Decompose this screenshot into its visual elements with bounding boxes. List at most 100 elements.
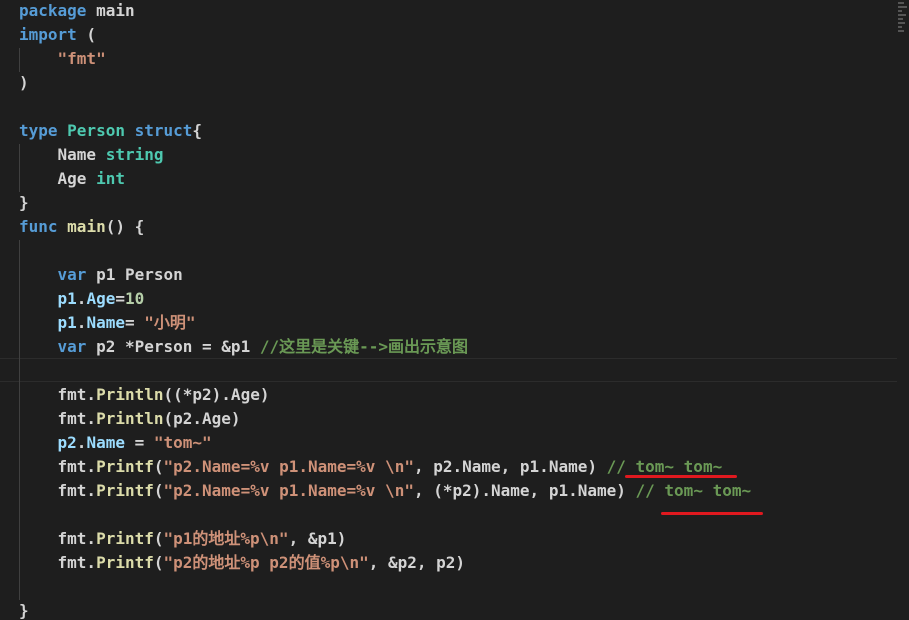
code-line[interactable]: fmt.Printf("p2.Name=%v p1.Name=%v \n", p… [19, 455, 723, 479]
code-token-function: Printf [96, 481, 154, 500]
code-token-plain: ( [153, 529, 164, 548]
code-token-function: Printf [96, 553, 154, 572]
code-token-function: Printf [96, 457, 154, 476]
code-line[interactable]: fmt.Printf("p1的地址%p\n", &p1) [19, 527, 347, 551]
code-token-variable: Name [86, 433, 125, 452]
code-token-plain: { [192, 121, 203, 140]
code-token-plain: p1 Person [86, 265, 183, 284]
code-token-keyword: var [57, 337, 87, 356]
code-token-plain: p2 *Person = &p1 [86, 337, 260, 356]
code-line[interactable]: import ( [19, 23, 96, 47]
code-token-plain: } [19, 601, 29, 620]
code-line[interactable]: } [19, 599, 29, 620]
code-token-plain: main [86, 1, 135, 20]
code-token-keyword: struct [134, 121, 193, 140]
code-token-plain: , &p1) [288, 529, 347, 548]
code-token-type: string [105, 145, 164, 164]
code-token-plain: , &p2, p2) [368, 553, 466, 572]
code-token-plain: ( [153, 481, 164, 500]
code-token-variable: Name [86, 313, 125, 332]
code-token-comment: //这里是关键-->画出示意图 [259, 337, 468, 356]
code-line[interactable]: fmt.Printf("p2.Name=%v p1.Name=%v \n", (… [19, 479, 752, 503]
code-token-keyword: var [57, 265, 87, 284]
code-token-plain: fmt. [19, 385, 97, 404]
code-token-plain: ( [153, 457, 164, 476]
code-token-plain: ( [76, 25, 97, 44]
code-token-plain: = [124, 433, 154, 452]
code-token-plain: Name [19, 145, 106, 164]
code-token-keyword: import [19, 25, 77, 44]
code-line[interactable]: type Person struct{ [19, 119, 202, 143]
red-underline-annotation-1 [625, 475, 737, 478]
code-token-keyword: type [19, 121, 58, 140]
code-token-plain: fmt. [19, 553, 97, 572]
code-token-function: Println [96, 409, 164, 428]
code-token-plain: fmt. [19, 409, 97, 428]
code-line[interactable]: p1.Age=10 [19, 287, 145, 311]
code-line[interactable]: var p1 Person [19, 263, 183, 287]
code-token-type: int [96, 169, 125, 188]
code-line[interactable]: Age int [19, 167, 125, 191]
code-token-number: 10 [124, 289, 145, 308]
current-line-highlight [0, 358, 897, 382]
code-token-plain: , (*p2).Name, p1.Name) [413, 481, 636, 500]
code-token-keyword: package [19, 1, 87, 20]
code-line[interactable]: package main [19, 0, 135, 23]
code-token-plain: ) [19, 73, 29, 92]
code-editor[interactable]: package main import ( "fmt") type Person s… [0, 0, 909, 620]
code-token-function: Printf [96, 529, 154, 548]
code-line[interactable]: var p2 *Person = &p1 //这里是关键-->画出示意图 [19, 335, 468, 359]
code-token-plain: . [76, 313, 87, 332]
code-line[interactable]: fmt.Printf("p2的地址%p p2的值%p\n", &p2, p2) [19, 551, 466, 575]
code-token-plain: () { [105, 217, 145, 236]
code-token-plain: (p2.Age) [163, 409, 241, 428]
red-underline-annotation-2 [661, 512, 763, 515]
code-line[interactable]: p1.Name= "小明" [19, 311, 196, 335]
code-token-plain: = [124, 313, 145, 332]
code-token-variable: Age [86, 289, 116, 308]
code-token-plain: . [76, 433, 87, 452]
code-token-plain: fmt. [19, 481, 97, 500]
code-token-string: "p2的地址%p p2的值%p\n" [163, 553, 369, 572]
code-token-plain: Age [19, 169, 97, 188]
code-token-string: "tom~" [153, 433, 212, 452]
code-token-comment: // tom~ tom~ [606, 457, 723, 476]
code-line[interactable]: Name string [19, 143, 164, 167]
code-token-string: "p2.Name=%v p1.Name=%v \n" [163, 481, 414, 500]
code-token-variable: p1 [57, 289, 77, 308]
code-token-plain: } [19, 193, 29, 212]
code-token-string: "fmt" [57, 49, 106, 68]
code-token-function: Println [96, 385, 164, 404]
code-token-variable: p1 [57, 313, 77, 332]
code-token-plain: = [115, 289, 125, 308]
minimap[interactable] [897, 0, 909, 48]
code-token-string: "p1的地址%p\n" [163, 529, 289, 548]
code-token-type: Person [67, 121, 125, 140]
code-token-variable: p2 [57, 433, 77, 452]
code-token-plain: . [76, 289, 87, 308]
code-line[interactable]: "fmt" [19, 47, 106, 71]
code-line[interactable]: fmt.Println((*p2).Age) [19, 383, 270, 407]
code-token-function: main [67, 217, 106, 236]
code-line[interactable]: p2.Name = "tom~" [19, 431, 212, 455]
code-line[interactable]: func main() { [19, 215, 144, 239]
code-token-keyword: func [19, 217, 58, 236]
code-token-comment: // tom~ tom~ [635, 481, 752, 500]
code-line[interactable]: fmt.Println(p2.Age) [19, 407, 241, 431]
code-token-string: "p2.Name=%v p1.Name=%v \n" [163, 457, 414, 476]
code-token-plain: ( [153, 553, 164, 572]
code-token-plain: ((*p2).Age) [163, 385, 270, 404]
code-line[interactable]: } [19, 191, 29, 215]
code-token-plain: , p2.Name, p1.Name) [413, 457, 607, 476]
code-token-string: "小明" [144, 313, 196, 332]
code-line[interactable]: ) [19, 71, 29, 95]
code-token-plain: fmt. [19, 457, 97, 476]
